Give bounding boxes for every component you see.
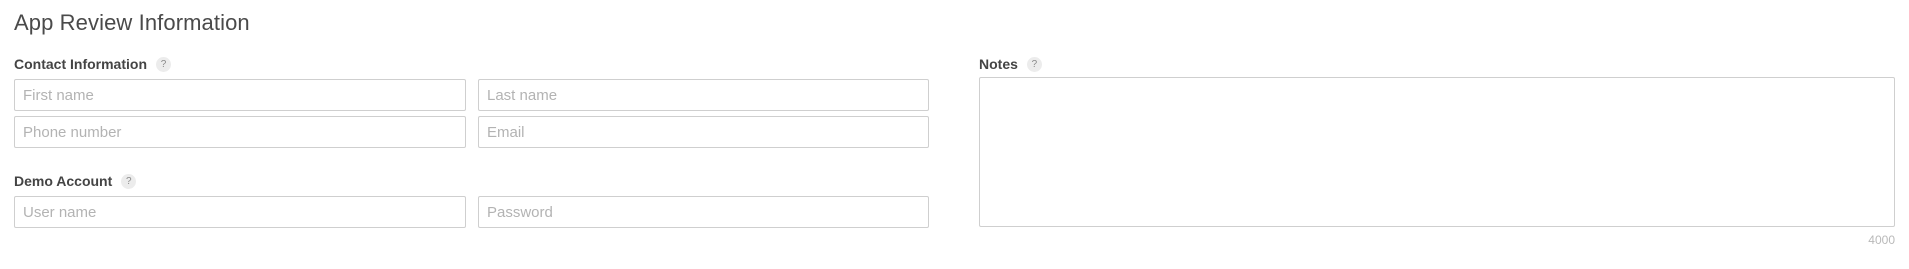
contact-information-label: Contact Information ? <box>14 56 171 72</box>
notes-help-icon[interactable]: ? <box>1026 56 1042 72</box>
contact-help-icon[interactable]: ? <box>156 56 171 72</box>
phone-number-input[interactable] <box>14 116 466 148</box>
notes-label: Notes ? <box>979 56 1042 72</box>
first-name-input[interactable] <box>14 79 466 111</box>
app-review-information-section: App Review Information Contact Informati… <box>0 0 1909 269</box>
last-name-input[interactable] <box>478 79 929 111</box>
email-input[interactable] <box>478 116 929 148</box>
page-title: App Review Information <box>14 10 250 35</box>
password-input[interactable] <box>478 196 929 228</box>
contact-information-label-text: Contact Information <box>14 56 147 72</box>
demo-account-label: Demo Account ? <box>14 173 137 189</box>
notes-textarea[interactable] <box>979 77 1895 227</box>
demo-account-label-text: Demo Account <box>14 173 113 189</box>
notes-label-text: Notes <box>979 56 1018 72</box>
username-input[interactable] <box>14 196 466 228</box>
notes-character-counter: 4000 <box>1868 233 1895 247</box>
demo-account-help-icon[interactable]: ? <box>121 173 137 189</box>
